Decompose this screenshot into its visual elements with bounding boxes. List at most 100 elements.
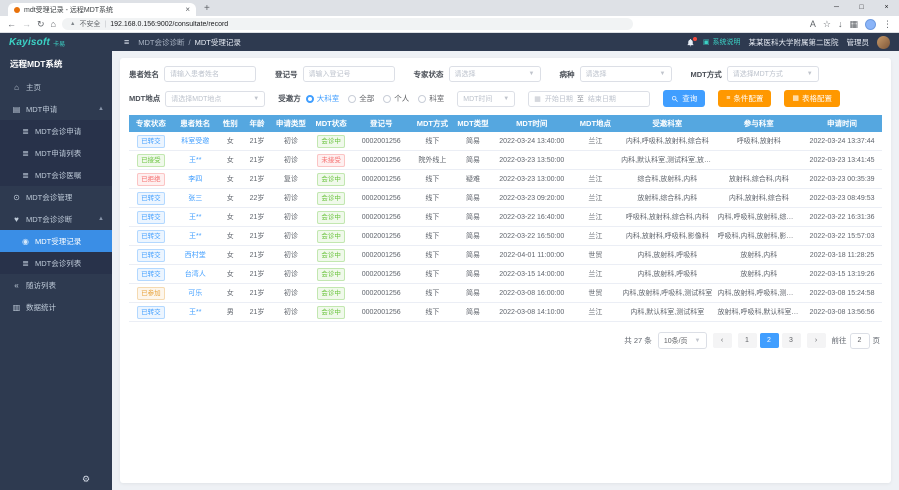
table-row[interactable]: 已拒绝李四女21岁复诊会诊中0002001256线下疑难2022-03-23 1…: [129, 170, 882, 189]
sidebar-item-mdt-diagnosis[interactable]: ♥MDT会诊诊断▲: [0, 208, 112, 230]
table-row[interactable]: 已转交张三女22岁初诊会诊中0002001256线下简易2022-03-23 0…: [129, 189, 882, 208]
status-badge: 会诊中: [317, 230, 345, 243]
breadcrumb-parent[interactable]: MDT会诊诊断: [138, 37, 184, 48]
page-button-1[interactable]: 1: [738, 333, 757, 348]
column-header: MDT方式: [411, 115, 455, 132]
search-button[interactable]: 查询: [663, 90, 705, 107]
sidebar-item-mdt-consult-order[interactable]: ≣MDT会诊医嘱: [0, 164, 112, 186]
sidebar-item-mdt-accept-record[interactable]: ◉MDT受理记录: [0, 230, 112, 252]
table-row[interactable]: 已转交王**男21岁初诊会诊中0002001256线下简易2022-03-08 …: [129, 303, 882, 322]
refresh-button[interactable]: ↻: [37, 20, 45, 29]
table-row[interactable]: 已参加可乐女21岁初诊会诊中0002001256线下简易2022-03-08 1…: [129, 284, 882, 303]
invitee-radio-1[interactable]: 全部: [348, 93, 374, 104]
page-button-3[interactable]: 3: [782, 333, 801, 348]
patient-name-link[interactable]: 李四: [188, 176, 202, 183]
cell-location: 兰江: [572, 132, 619, 151]
condition-config-button[interactable]: ≡ 条件配置: [718, 90, 771, 107]
toolbar-actions: A ☆ ↓ ▦ ⋮: [810, 19, 892, 30]
cell-mdt-type: 简易: [454, 303, 492, 322]
table-config-button[interactable]: ▦ 表格配置: [784, 90, 840, 107]
patient-name-link[interactable]: 王**: [189, 233, 201, 240]
browser-tab[interactable]: mdt受理记录 - 远程MDT系统 ×: [8, 3, 196, 16]
date-range-picker[interactable]: ▦ 开始日期 至 结束日期: [528, 91, 650, 107]
sidebar-item-home[interactable]: ⌂主页: [0, 76, 112, 98]
patient-name-link[interactable]: 张三: [188, 195, 202, 202]
table-row[interactable]: 已转交王**女21岁初诊会诊中0002001256线下简易2022-03-22 …: [129, 208, 882, 227]
maximize-button[interactable]: □: [849, 0, 874, 16]
browser-menu-icon[interactable]: ⋮: [883, 20, 892, 29]
main-content: 患者姓名 登记号 专家状态 请选择 ▼: [112, 51, 899, 490]
invitee-radio-0[interactable]: 大科室: [306, 93, 340, 104]
reg-no-input[interactable]: [303, 66, 395, 82]
mdt-location-select[interactable]: 请选择MDT地点 ▼: [165, 91, 265, 107]
cell-mdt-method: 线下: [411, 189, 455, 208]
cell-mdt-type: 简易: [454, 132, 492, 151]
patient-name-link[interactable]: 西村堂: [185, 252, 206, 259]
sidebar-item-followup[interactable]: «随访列表: [0, 274, 112, 296]
download-icon[interactable]: ↓: [838, 20, 843, 29]
patient-name-link[interactable]: 王**: [189, 214, 201, 221]
patient-name-link[interactable]: 王**: [189, 157, 201, 164]
browser-profile-avatar[interactable]: [865, 19, 876, 30]
cell-apply-time: 2022-03-18 11:28:25: [802, 246, 882, 265]
invitee-radio-3[interactable]: 科室: [418, 93, 444, 104]
sidebar-item-mdt-consult-apply[interactable]: ≣MDT会诊申请: [0, 120, 112, 142]
system-help-link[interactable]: ▣ 系统说明: [703, 37, 741, 47]
settings-gear-icon[interactable]: ⚙: [82, 474, 90, 485]
forward-button[interactable]: →: [22, 20, 31, 29]
sidebar-item-stats[interactable]: ▥数据统计: [0, 296, 112, 318]
sidebar-item-mdt-apply-list[interactable]: ≣MDT申请列表: [0, 142, 112, 164]
patient-name-link[interactable]: 可乐: [188, 290, 202, 297]
cell-mdt-time: 2022-03-23 13:00:00: [492, 170, 572, 189]
table-row[interactable]: 已转交科室受邀女21岁初诊会诊中0002001256线下简易2022-03-24…: [129, 132, 882, 151]
table-row[interactable]: 已转交台湾人女21岁初诊会诊中0002001256线下简易2022-03-15 …: [129, 265, 882, 284]
status-badge: 已转交: [137, 230, 165, 243]
page-button-2[interactable]: 2: [760, 333, 779, 348]
patient-name-input[interactable]: [164, 66, 256, 82]
next-page-button[interactable]: ›: [807, 333, 826, 348]
sidebar-item-mdt-consult-list[interactable]: ≣MDT会诊列表: [0, 252, 112, 274]
address-bar[interactable]: ▲ 不安全 | 192.168.0.156:9002/consultate/re…: [62, 18, 633, 30]
filter-label: 病种: [560, 69, 575, 80]
cell-age: 21岁: [243, 151, 272, 170]
back-button[interactable]: ←: [7, 20, 16, 29]
mdt-time-field-select[interactable]: MDT时间 ▼: [457, 91, 515, 107]
disease-select[interactable]: 请选择 ▼: [580, 66, 672, 82]
mdt-method-select[interactable]: 请选择MDT方式 ▼: [727, 66, 819, 82]
table-header-row: 专家状态患者姓名性别年龄申请类型MDT状态登记号MDT方式MDT类型MDT时间M…: [129, 115, 882, 132]
app-window: Kayisoft 卡易 ≡ MDT会诊诊断 / MDT受理记录 ▣ 系统说明 某…: [0, 33, 899, 490]
header-actions: ▣ 系统说明 某某医科大学附属第二医院 管理员: [686, 36, 899, 49]
collapse-menu-icon[interactable]: ≡: [124, 37, 129, 47]
app-body: 远程MDT系统 ⌂主页▤MDT申请▲≣MDT会诊申请≣MDT申请列表≣MDT会诊…: [0, 51, 899, 490]
minimize-button[interactable]: ─: [824, 0, 849, 16]
user-avatar[interactable]: [877, 36, 890, 49]
table-row[interactable]: 已接受王**女21岁初诊未接受0002001256院外线上简易2022-03-2…: [129, 151, 882, 170]
cell-name: 西村堂: [173, 246, 218, 265]
invitee-radio-2[interactable]: 个人: [383, 93, 409, 104]
goto-page-input[interactable]: [850, 333, 870, 349]
tab-close-icon[interactable]: ×: [185, 6, 190, 14]
cell-gender: 女: [218, 132, 243, 151]
patient-name-link[interactable]: 台湾人: [185, 271, 206, 278]
translate-icon[interactable]: A: [810, 20, 816, 29]
favorites-star-icon[interactable]: ☆: [823, 20, 831, 29]
prev-page-button[interactable]: ‹: [713, 333, 732, 348]
notification-dot: [693, 37, 697, 41]
goto-page: 前往 页: [832, 333, 881, 349]
status-badge: 已接受: [137, 154, 165, 167]
page-size-select[interactable]: 10条/页 ▼: [658, 332, 707, 349]
sidebar-item-mdt-apply[interactable]: ▤MDT申请▲: [0, 98, 112, 120]
table-row[interactable]: 已转交西村堂女21岁初诊会诊中0002001256线下简易2022-04-01 …: [129, 246, 882, 265]
patient-name-link[interactable]: 王**: [189, 309, 201, 316]
sidebar-item-mdt-manage[interactable]: ⊙MDT会诊管理: [0, 186, 112, 208]
cell-expert-status: 已转交: [129, 189, 173, 208]
new-tab-button[interactable]: +: [204, 2, 210, 16]
cell-age: 21岁: [243, 265, 272, 284]
extensions-icon[interactable]: ▦: [849, 20, 858, 29]
notification-bell-icon[interactable]: [686, 38, 695, 47]
expert-status-select[interactable]: 请选择 ▼: [449, 66, 541, 82]
table-row[interactable]: 已转交王**女21岁初诊会诊中0002001256线下简易2022-03-22 …: [129, 227, 882, 246]
patient-name-link[interactable]: 科室受邀: [181, 138, 209, 145]
home-button[interactable]: ⌂: [51, 20, 56, 29]
close-button[interactable]: ×: [874, 0, 899, 16]
